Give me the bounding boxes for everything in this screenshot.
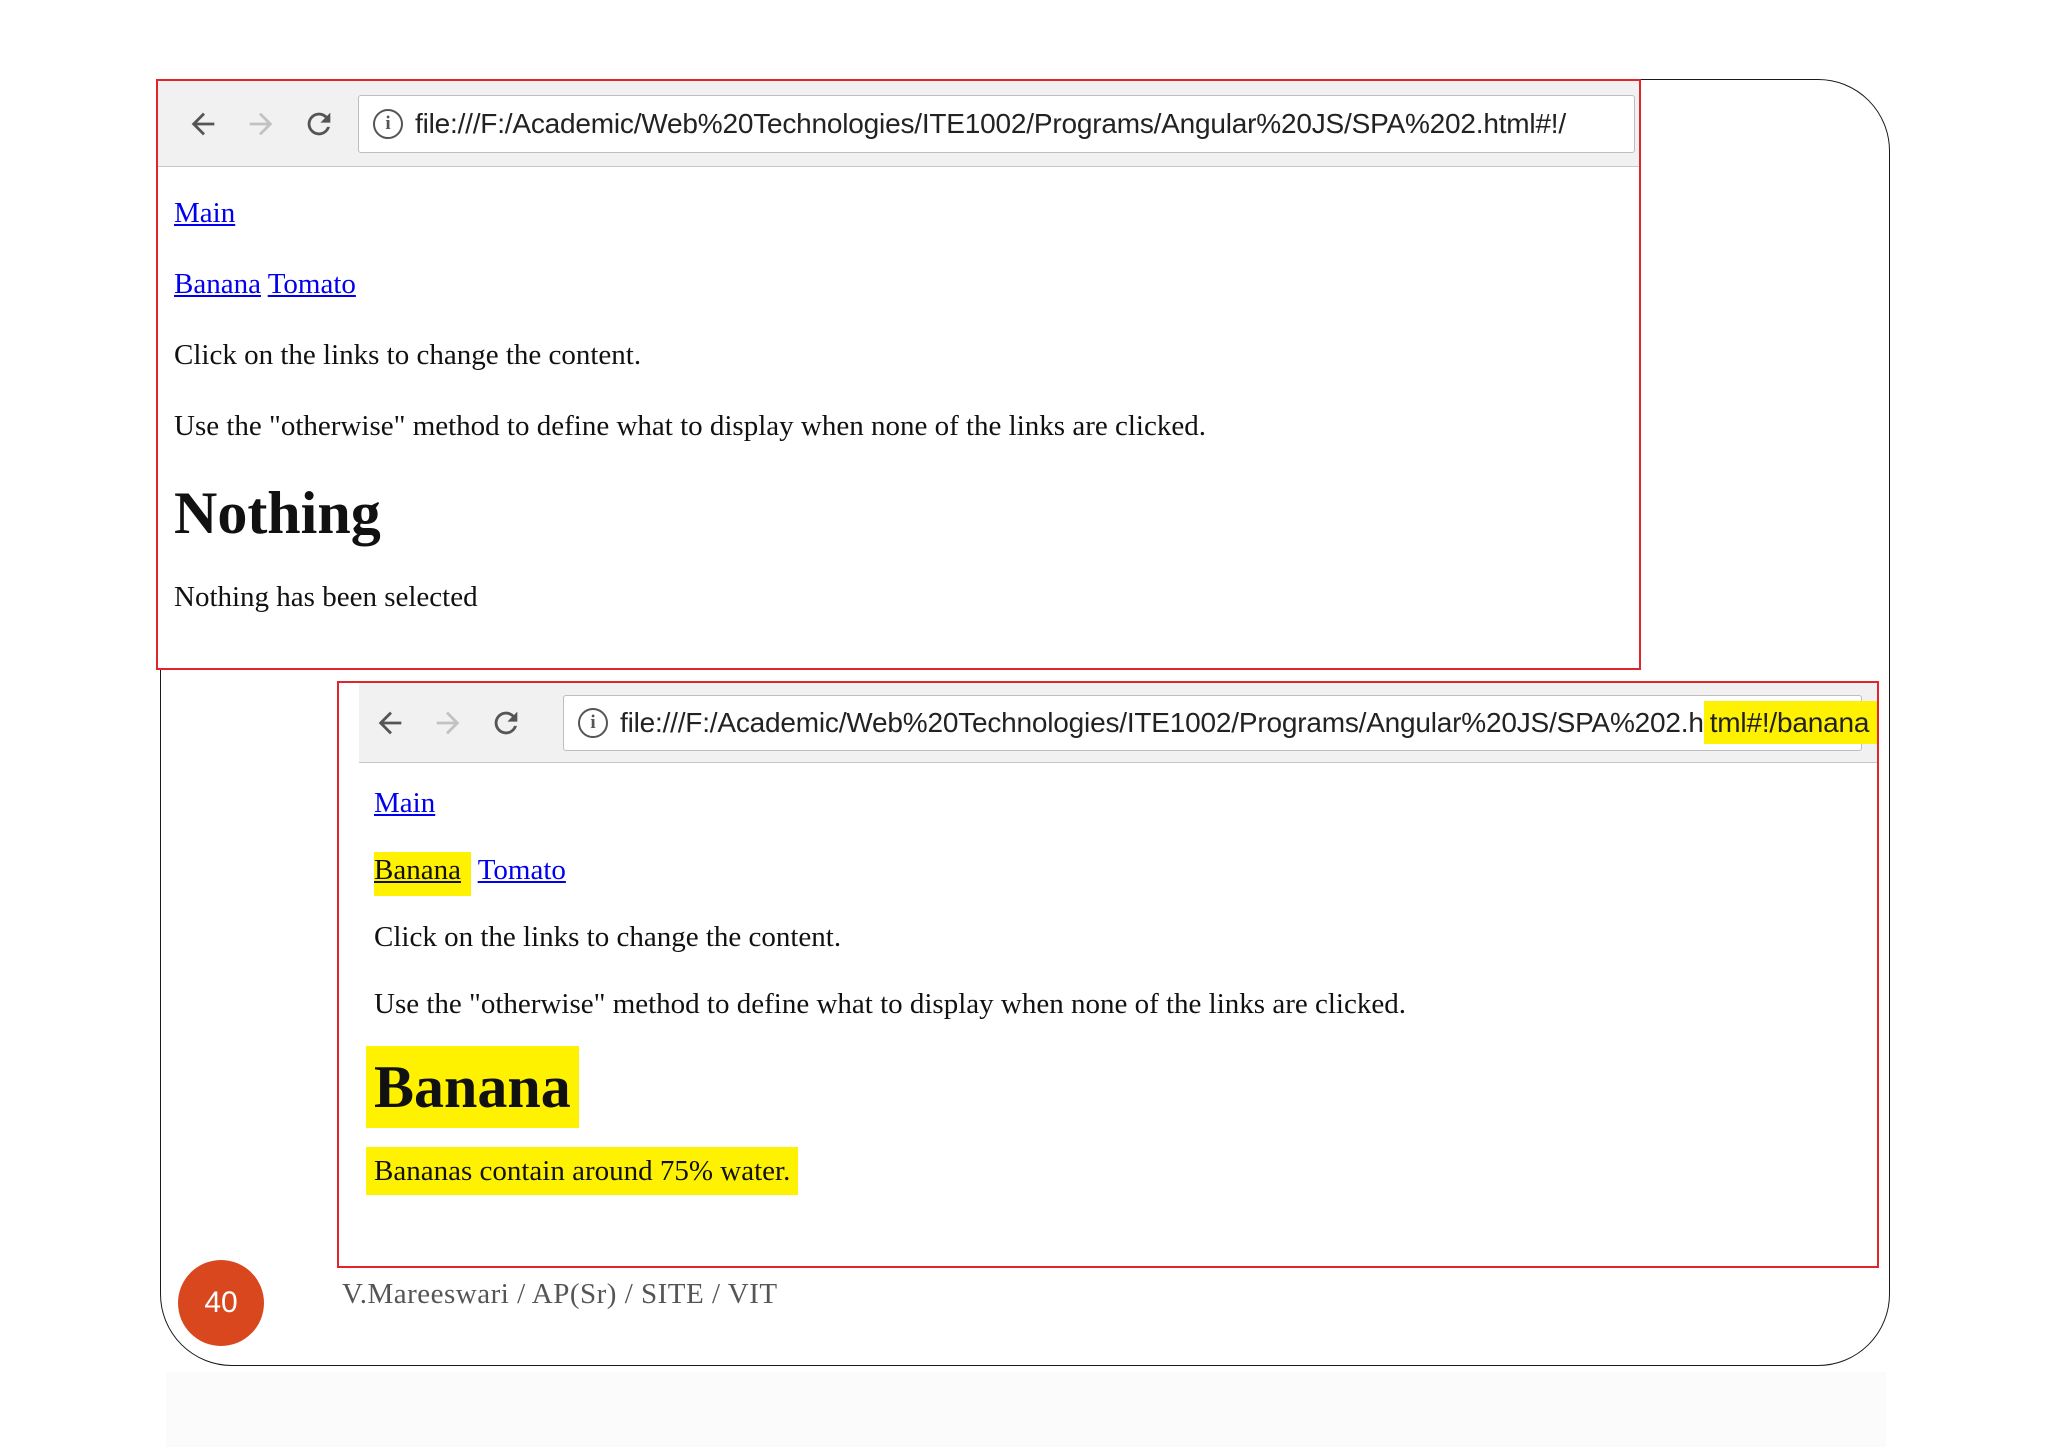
link-main[interactable]: Main <box>174 197 235 229</box>
slide-bottom-tint <box>166 1372 1886 1447</box>
url-text: file:///F:/Academic/Web%20Technologies/I… <box>620 701 1877 744</box>
nav-line-fruits: Banana Tomato <box>174 267 1639 301</box>
reload-icon <box>494 711 518 735</box>
link-banana[interactable]: Banana <box>174 268 261 300</box>
slide-page-number: 40 <box>178 1260 264 1346</box>
reload-button[interactable] <box>487 704 525 742</box>
instruction-text: Click on the links to change the content… <box>174 339 642 371</box>
browser-screenshot-1: i file:///F:/Academic/Web%20Technologies… <box>156 79 1641 670</box>
back-button[interactable] <box>371 704 409 742</box>
content-heading: Nothing <box>174 480 381 546</box>
reload-button[interactable] <box>300 105 338 143</box>
forward-arrow-icon <box>436 711 460 735</box>
link-main[interactable]: Main <box>374 787 435 819</box>
content-body: Bananas contain around 75% water. <box>374 1154 1877 1188</box>
back-button[interactable] <box>184 105 222 143</box>
nav-line-fruits: Banana Tomato <box>374 852 1877 896</box>
page-content: Main Banana Tomato Click on the links to… <box>174 196 1639 651</box>
url-text: file:///F:/Academic/Web%20Technologies/I… <box>415 108 1566 139</box>
content-heading: Banana <box>374 1054 1877 1120</box>
content-body: Nothing has been selected <box>174 581 478 613</box>
info-icon[interactable]: i <box>373 109 403 139</box>
browser-toolbar: i file:///F:/Academic/Web%20Technologies… <box>158 81 1639 167</box>
forward-button[interactable] <box>429 704 467 742</box>
link-tomato[interactable]: Tomato <box>478 854 566 886</box>
link-tomato[interactable]: Tomato <box>268 268 356 300</box>
address-bar[interactable]: i file:///F:/Academic/Web%20Technologies… <box>563 695 1877 751</box>
note-text: Use the "otherwise" method to define wha… <box>174 410 1206 442</box>
url-prefix: file:///F:/Academic/Web%20Technologies/I… <box>620 707 1704 738</box>
browser-toolbar: i file:///F:/Academic/Web%20Technologies… <box>359 683 1877 763</box>
nav-line-main: Main <box>174 196 1639 230</box>
note-text: Use the "otherwise" method to define wha… <box>374 988 1406 1020</box>
slide-footer: V.Mareeswari / AP(Sr) / SITE / VIT <box>342 1278 778 1310</box>
heading-highlight: Banana <box>374 1054 571 1120</box>
url-highlight: tml#!/banana <box>1703 701 1877 744</box>
info-icon[interactable]: i <box>578 708 608 738</box>
nav-line-main: Main <box>374 786 1877 820</box>
back-arrow-icon <box>191 112 215 136</box>
address-bar[interactable]: i file:///F:/Academic/Web%20Technologies… <box>358 95 1635 153</box>
link-banana[interactable]: Banana <box>374 854 461 886</box>
banana-highlight: Banana <box>374 852 471 896</box>
page-content: Main Banana Tomato Click on the links to… <box>374 786 1877 1221</box>
forward-arrow-icon <box>249 112 273 136</box>
reload-icon <box>307 112 331 136</box>
instruction-text: Click on the links to change the content… <box>374 921 842 953</box>
body-highlight: Bananas contain around 75% water. <box>374 1155 791 1187</box>
forward-button[interactable] <box>242 105 280 143</box>
browser-screenshot-2: i file:///F:/Academic/Web%20Technologies… <box>337 681 1879 1268</box>
back-arrow-icon <box>378 711 402 735</box>
